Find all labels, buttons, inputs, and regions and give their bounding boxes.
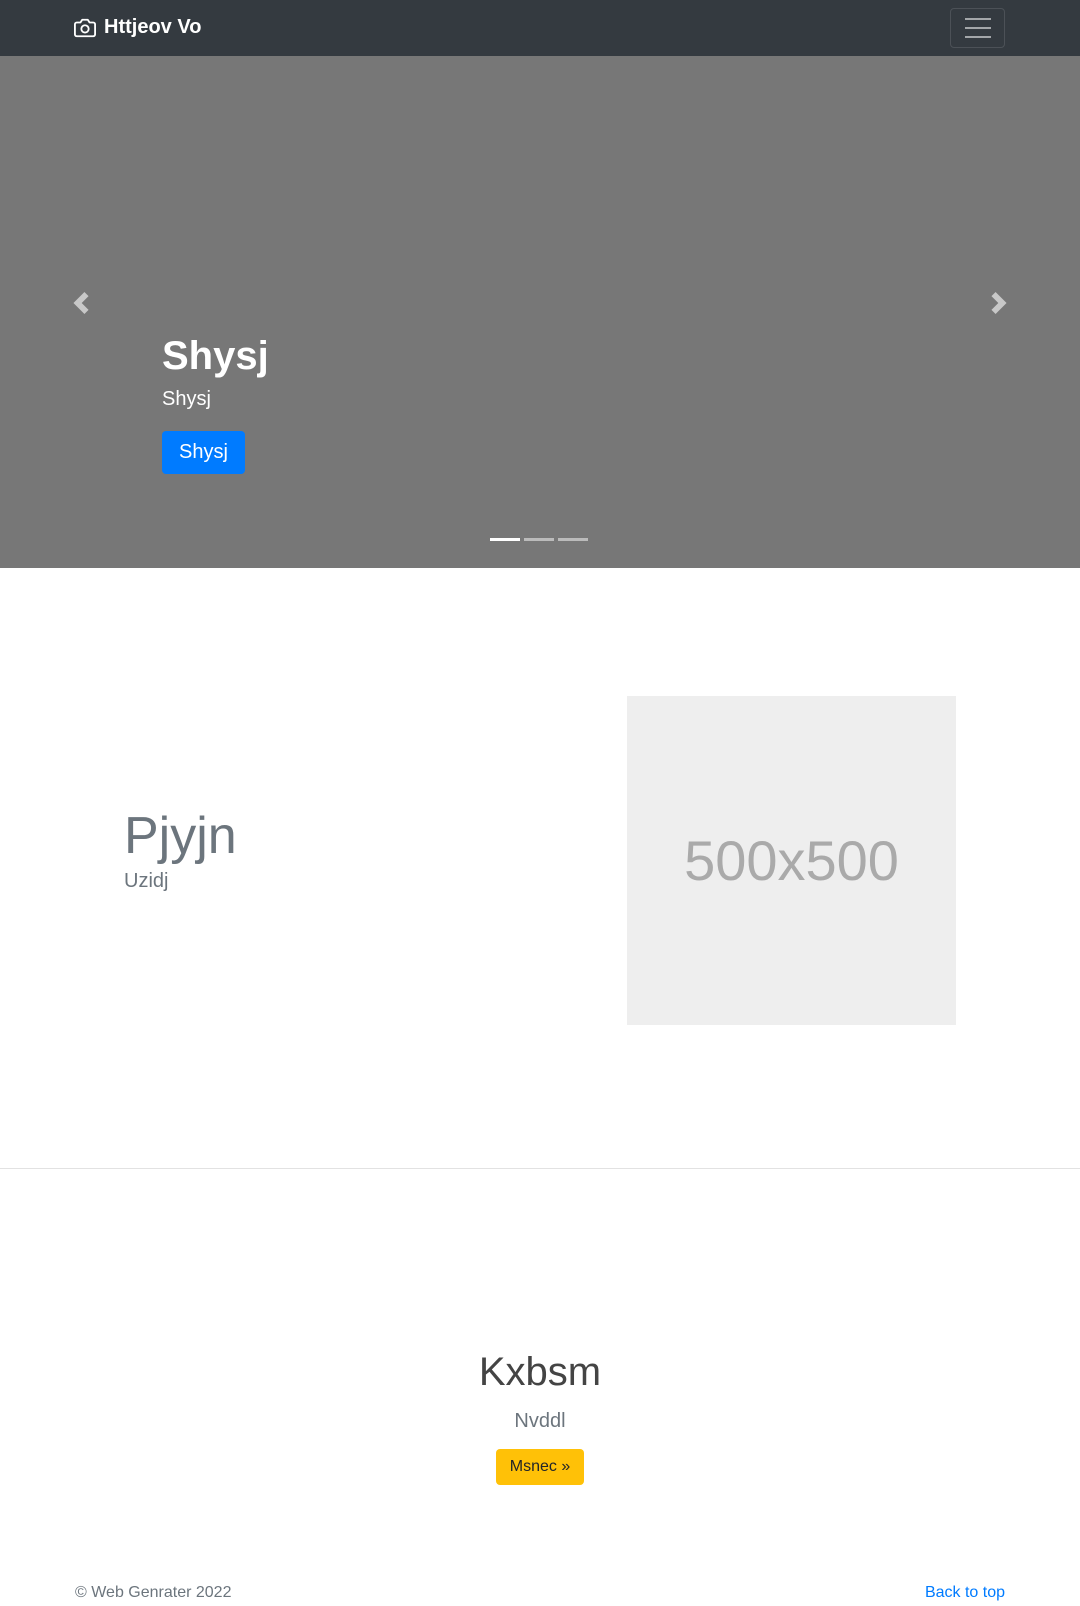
navbar: Httjeov Vo <box>0 0 1080 56</box>
camera-icon <box>74 18 96 37</box>
carousel-prev-button[interactable] <box>70 292 92 314</box>
carousel-indicator-2[interactable] <box>524 538 554 541</box>
carousel-cta-button[interactable]: Shysj <box>162 431 245 474</box>
cta-button[interactable]: Msnec » <box>495 1449 585 1485</box>
hamburger-menu-icon <box>964 18 991 20</box>
carousel-heading: Shysj <box>162 334 269 378</box>
brand-name: Httjeov Vo <box>104 16 202 38</box>
chevron-left-icon <box>73 292 89 314</box>
hamburger-bar <box>964 27 991 29</box>
footer-copyright: © Web Genrater 2022 <box>75 1584 232 1601</box>
back-to-top-link[interactable]: Back to top <box>925 1584 1005 1602</box>
chevron-right-icon <box>991 292 1007 314</box>
carousel-caption: Shysj Shysj Shysj <box>162 332 269 474</box>
featurette-divider <box>0 1168 1080 1169</box>
cta-heading: Kxbsm <box>478 1350 602 1394</box>
carousel-text: Shysj <box>162 388 211 410</box>
brand-link[interactable]: Httjeov Vo <box>74 16 201 39</box>
cta-section: Kxbsm Nvddl Msnec » <box>0 1348 1080 1485</box>
hamburger-bar <box>964 36 991 38</box>
featurette-image-placeholder: 500x500 <box>627 696 956 1025</box>
carousel-indicator-3[interactable] <box>558 538 588 541</box>
carousel-next-button[interactable] <box>988 292 1010 314</box>
navbar-toggler-button[interactable] <box>950 8 1005 48</box>
featurette-section: Pjyjn Uzidj 500x500 <box>0 568 1080 1168</box>
placeholder-label: 500x500 <box>684 829 899 892</box>
footer: © Web Genrater 2022 Back to top <box>0 1584 1080 1606</box>
hero-carousel: Shysj Shysj Shysj <box>0 56 1080 568</box>
cta-text: Nvddl <box>514 1410 566 1432</box>
featurette-heading: Pjyjn <box>124 807 237 865</box>
carousel-indicators <box>0 538 1080 541</box>
featurette-lead: Uzidj <box>124 870 169 892</box>
carousel-indicator-1[interactable] <box>490 538 520 541</box>
